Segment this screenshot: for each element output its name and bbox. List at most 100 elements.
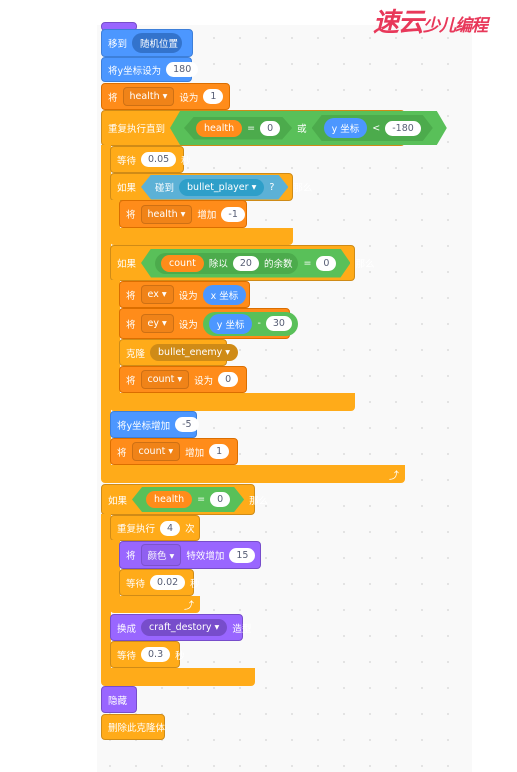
set-ey-block[interactable]: 将 ey 设为 y 坐标 - 30 bbox=[119, 308, 298, 339]
block-label: 秒 bbox=[190, 578, 200, 590]
value-input[interactable]: 180 bbox=[166, 62, 199, 77]
loop-arrow-icon: ⤴ bbox=[389, 471, 399, 482]
loop-arrow-icon: ⤴ bbox=[184, 601, 194, 612]
block-label: 如果 bbox=[117, 259, 137, 270]
or-condition[interactable]: health = 0 或 y 坐标 < -180 bbox=[170, 111, 447, 145]
value-input[interactable]: 4 bbox=[160, 520, 181, 536]
value-input[interactable]: 0 bbox=[218, 372, 239, 387]
repeat-block[interactable]: 重复执行 4 次 bbox=[110, 515, 200, 541]
touch-target-dropdown[interactable]: bullet_player bbox=[179, 179, 264, 196]
wait-block[interactable]: 等待 0.3 秒 bbox=[110, 641, 185, 668]
value-input[interactable]: 0.3 bbox=[141, 647, 171, 662]
health-reporter[interactable]: health bbox=[146, 491, 192, 508]
value-input[interactable]: 0 bbox=[260, 121, 280, 136]
x-position-reporter[interactable]: x 坐标 bbox=[202, 284, 247, 305]
variable-dropdown[interactable]: ex bbox=[140, 285, 174, 304]
block-label: 增加 bbox=[197, 210, 217, 221]
block-label: 秒 bbox=[181, 155, 191, 167]
block-label: 将 bbox=[126, 319, 136, 331]
count-reporter[interactable]: count bbox=[161, 255, 204, 272]
costume-dropdown[interactable]: craft_destory bbox=[141, 619, 228, 636]
repeat-until-block[interactable]: 重复执行直到 health = 0 或 y 坐标 < -180 bbox=[101, 110, 405, 146]
value-input[interactable]: 15 bbox=[229, 547, 256, 563]
block-label: 将 bbox=[126, 375, 136, 387]
repeat-until-bottom: ⤴ bbox=[101, 465, 405, 483]
subtract-reporter[interactable]: y 坐标 - 30 bbox=[202, 311, 298, 336]
change-effect-block[interactable]: 将 颜色 特效增加 15 bbox=[119, 541, 261, 569]
value-input[interactable]: 0.05 bbox=[141, 152, 177, 167]
block-label: 将 bbox=[117, 447, 127, 459]
value-input[interactable]: 1 bbox=[203, 89, 224, 104]
block-label: 重复执行直到 bbox=[108, 124, 166, 135]
if-health-zero-block[interactable]: 如果 health = 0 那么 bbox=[101, 484, 268, 515]
block-label: 换成 bbox=[117, 623, 137, 635]
switch-costume-block[interactable]: 换成 craft_destory 造型 bbox=[110, 614, 251, 641]
block-label: 等待 bbox=[117, 155, 137, 167]
change-health-block[interactable]: 将 health 增加 -1 bbox=[119, 200, 247, 228]
equals-condition[interactable]: count 除以 20 的余数 = 0 bbox=[141, 249, 350, 278]
operator-label: = bbox=[197, 494, 206, 505]
if-bottom bbox=[110, 393, 355, 411]
value-input[interactable]: -180 bbox=[385, 121, 421, 136]
set-health-block[interactable]: 将 health 设为 1 bbox=[101, 83, 230, 110]
value-input[interactable]: -1 bbox=[221, 206, 245, 222]
block-label: 移到 bbox=[108, 39, 128, 50]
effect-dropdown[interactable]: 颜色 bbox=[140, 544, 182, 566]
value-input[interactable]: 30 bbox=[265, 316, 292, 331]
hide-block[interactable]: 隐藏 bbox=[101, 686, 137, 713]
value-input[interactable]: 0.02 bbox=[150, 575, 186, 590]
block-label: 设为 bbox=[178, 290, 198, 302]
block-label: 将 bbox=[126, 290, 136, 302]
create-clone-block[interactable]: 克隆 bullet_enemy bbox=[119, 339, 239, 366]
block-label: 如果 bbox=[117, 183, 137, 194]
logo: 速云少儿编程 bbox=[373, 2, 488, 39]
set-y-block[interactable]: 将y坐标设为 180 bbox=[101, 57, 199, 82]
block-label: 等待 bbox=[126, 578, 146, 590]
block-label: 将 bbox=[108, 92, 118, 104]
block-label: 秒 bbox=[175, 650, 185, 662]
set-count-block[interactable]: 将 count 设为 0 bbox=[119, 366, 247, 393]
block-label: 如果 bbox=[108, 495, 128, 507]
logo-subtext: 少儿编程 bbox=[423, 16, 488, 36]
wait-block[interactable]: 等待 0.02 秒 bbox=[119, 569, 200, 596]
variable-dropdown[interactable]: health bbox=[122, 87, 175, 106]
equals-condition[interactable]: health = 0 bbox=[132, 487, 244, 512]
block-label: 设为 bbox=[178, 319, 198, 331]
equals-condition[interactable]: health = 0 bbox=[184, 117, 292, 140]
variable-dropdown[interactable]: ey bbox=[140, 314, 174, 333]
value-input[interactable]: -5 bbox=[175, 417, 199, 432]
value-input[interactable]: 1 bbox=[209, 444, 230, 459]
delete-clone-block[interactable]: 删除此克隆体 bbox=[101, 714, 165, 740]
y-position-reporter[interactable]: y 坐标 bbox=[208, 313, 253, 334]
block-label: 那么 bbox=[293, 183, 313, 194]
variable-dropdown[interactable]: count bbox=[140, 370, 190, 389]
block-label: 将y坐标设为 bbox=[108, 65, 162, 77]
block-label: 特效增加 bbox=[186, 551, 225, 562]
variable-dropdown[interactable]: count bbox=[131, 442, 181, 461]
less-than-condition[interactable]: y 坐标 < -180 bbox=[312, 115, 433, 141]
block-label: 除以 bbox=[208, 259, 228, 270]
mod-reporter[interactable]: count 除以 20 的余数 bbox=[155, 253, 298, 274]
block-label: 增加 bbox=[185, 447, 205, 459]
value-input[interactable]: 0 bbox=[316, 256, 336, 271]
variable-dropdown[interactable]: health bbox=[140, 204, 193, 224]
goto-dropdown[interactable]: 随机位置 bbox=[132, 33, 183, 53]
goto-block[interactable]: 移到 随机位置 bbox=[101, 29, 193, 57]
y-position-reporter[interactable]: y 坐标 bbox=[324, 118, 368, 138]
set-ex-block[interactable]: 将 ex 设为 x 坐标 bbox=[119, 281, 250, 308]
operator-label: = bbox=[247, 122, 256, 134]
health-reporter[interactable]: health bbox=[196, 120, 242, 137]
value-input[interactable]: 0 bbox=[210, 492, 230, 507]
value-input[interactable]: 20 bbox=[233, 256, 259, 271]
block-label: 等待 bbox=[117, 650, 137, 662]
change-y-block[interactable]: 将y坐标增加 -5 bbox=[110, 411, 199, 438]
if-modulo-block[interactable]: 如果 count 除以 20 的余数 = 0 那么 bbox=[110, 245, 374, 281]
clone-target-dropdown[interactable]: bullet_enemy bbox=[150, 344, 239, 361]
change-count-block[interactable]: 将 count 增加 1 bbox=[110, 438, 238, 465]
touching-condition[interactable]: 碰到 bullet_player ? bbox=[141, 175, 288, 200]
if-touching-block[interactable]: 如果 碰到 bullet_player ? 那么 bbox=[110, 173, 312, 201]
wait-block[interactable]: 等待 0.05 秒 bbox=[110, 146, 191, 173]
block-label: 将 bbox=[126, 551, 136, 562]
operator-label: < bbox=[372, 122, 381, 134]
block-label: 将 bbox=[126, 210, 136, 221]
